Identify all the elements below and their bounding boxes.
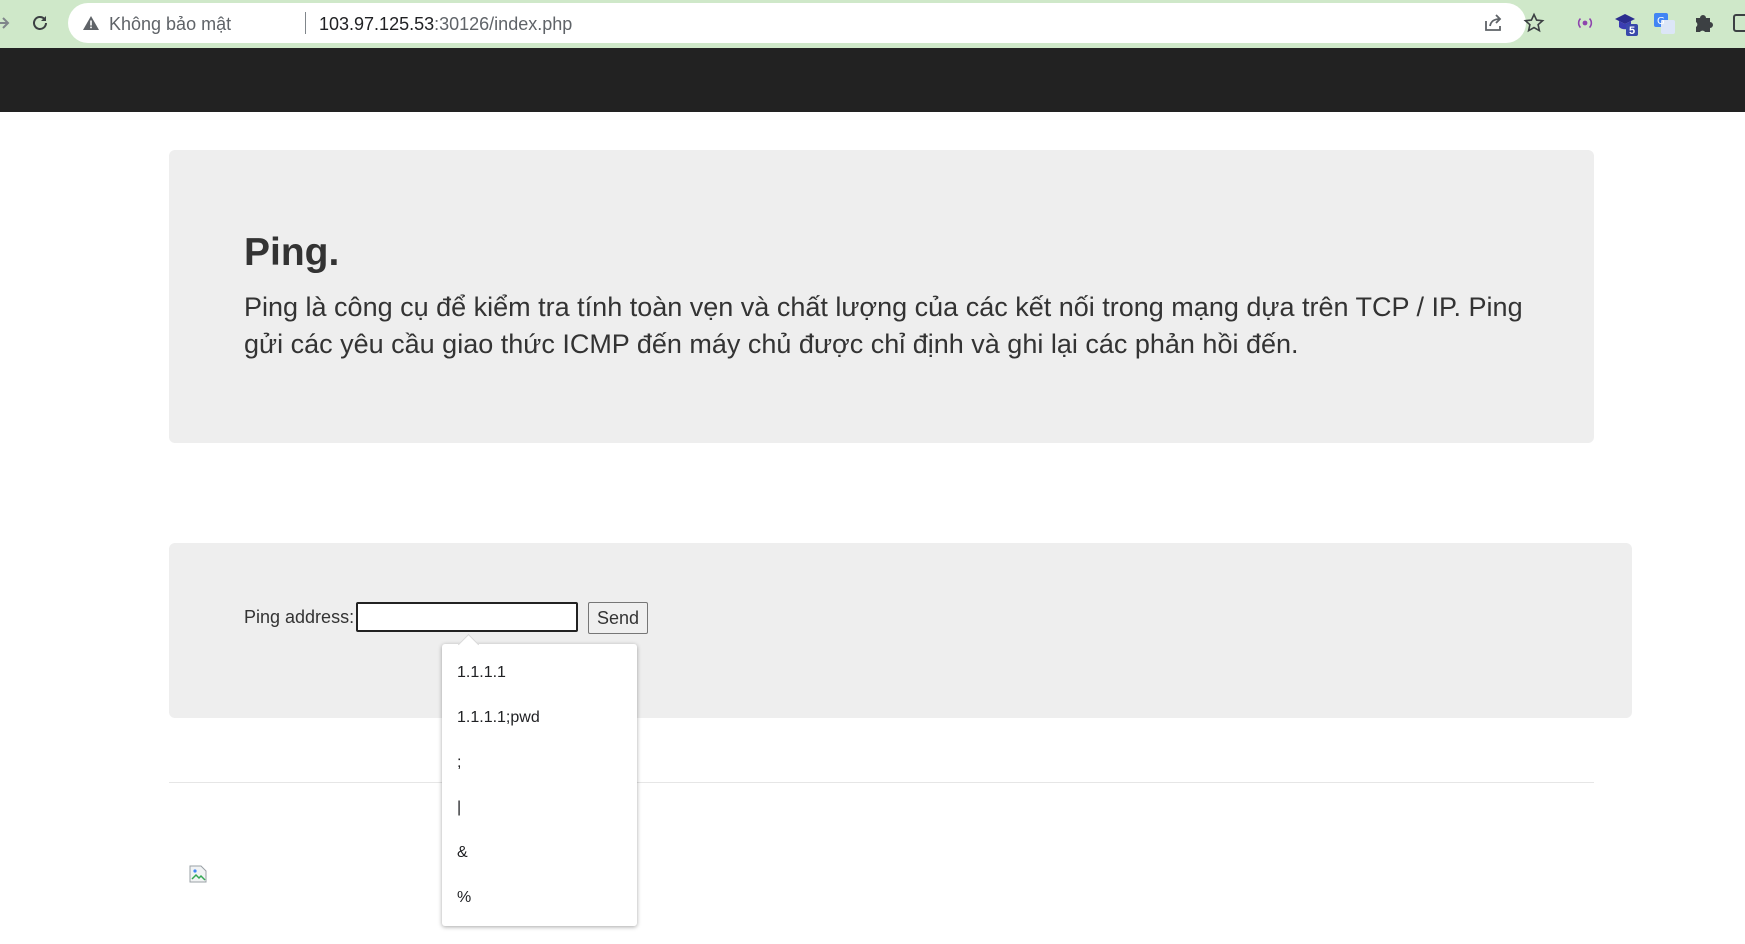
ping-form-panel: Ping address: Send xyxy=(169,543,1632,718)
autocomplete-option[interactable]: | xyxy=(457,799,461,817)
divider xyxy=(305,12,306,34)
browser-toolbar: Không bảo mật 103.97.125.53:30126/index.… xyxy=(0,0,1745,48)
autocomplete-option[interactable]: 1.1.1.1 xyxy=(457,664,506,682)
forward-icon[interactable] xyxy=(0,10,16,36)
jumbotron: Ping. Ping là công cụ để kiểm tra tính t… xyxy=(169,150,1594,443)
autocomplete-option[interactable]: % xyxy=(457,889,471,907)
autocomplete-option[interactable]: & xyxy=(457,844,468,862)
bookmark-star-icon[interactable] xyxy=(1523,12,1545,34)
side-panel-icon[interactable] xyxy=(1731,10,1745,36)
page-description: Ping là công cụ để kiểm tra tính toàn vẹ… xyxy=(244,292,1523,359)
broken-image-icon xyxy=(189,865,207,883)
extension-badge-count: 5 xyxy=(1629,25,1636,37)
autocomplete-option[interactable]: ; xyxy=(457,754,461,772)
autocomplete-option[interactable]: 1.1.1.1;pwd xyxy=(457,709,540,727)
ping-address-label: Ping address: xyxy=(244,607,355,627)
broadcast-extension-icon[interactable] xyxy=(1572,10,1598,36)
site-navbar xyxy=(0,48,1745,112)
page-title: Ping. xyxy=(244,231,340,274)
address-bar[interactable]: Không bảo mật 103.97.125.53:30126/index.… xyxy=(68,3,1545,43)
url-host: 103.97.125.53 xyxy=(319,14,435,34)
url-text[interactable]: 103.97.125.53:30126/index.php xyxy=(319,14,572,35)
translate-extension-icon[interactable]: G xyxy=(1651,10,1677,36)
extensions-puzzle-icon[interactable] xyxy=(1691,10,1717,36)
warning-icon[interactable] xyxy=(82,15,100,31)
security-status-label[interactable]: Không bảo mật xyxy=(109,14,231,35)
share-icon[interactable] xyxy=(1482,12,1504,34)
svg-text:G: G xyxy=(1657,16,1665,27)
reload-icon[interactable] xyxy=(27,10,53,36)
url-path: :30126/index.php xyxy=(434,14,573,34)
send-button[interactable]: Send xyxy=(588,602,648,634)
ping-address-input[interactable] xyxy=(356,602,578,632)
footer-divider xyxy=(169,782,1594,783)
autocomplete-dropdown: 1.1.1.1 1.1.1.1;pwd ; | & % xyxy=(442,644,637,926)
